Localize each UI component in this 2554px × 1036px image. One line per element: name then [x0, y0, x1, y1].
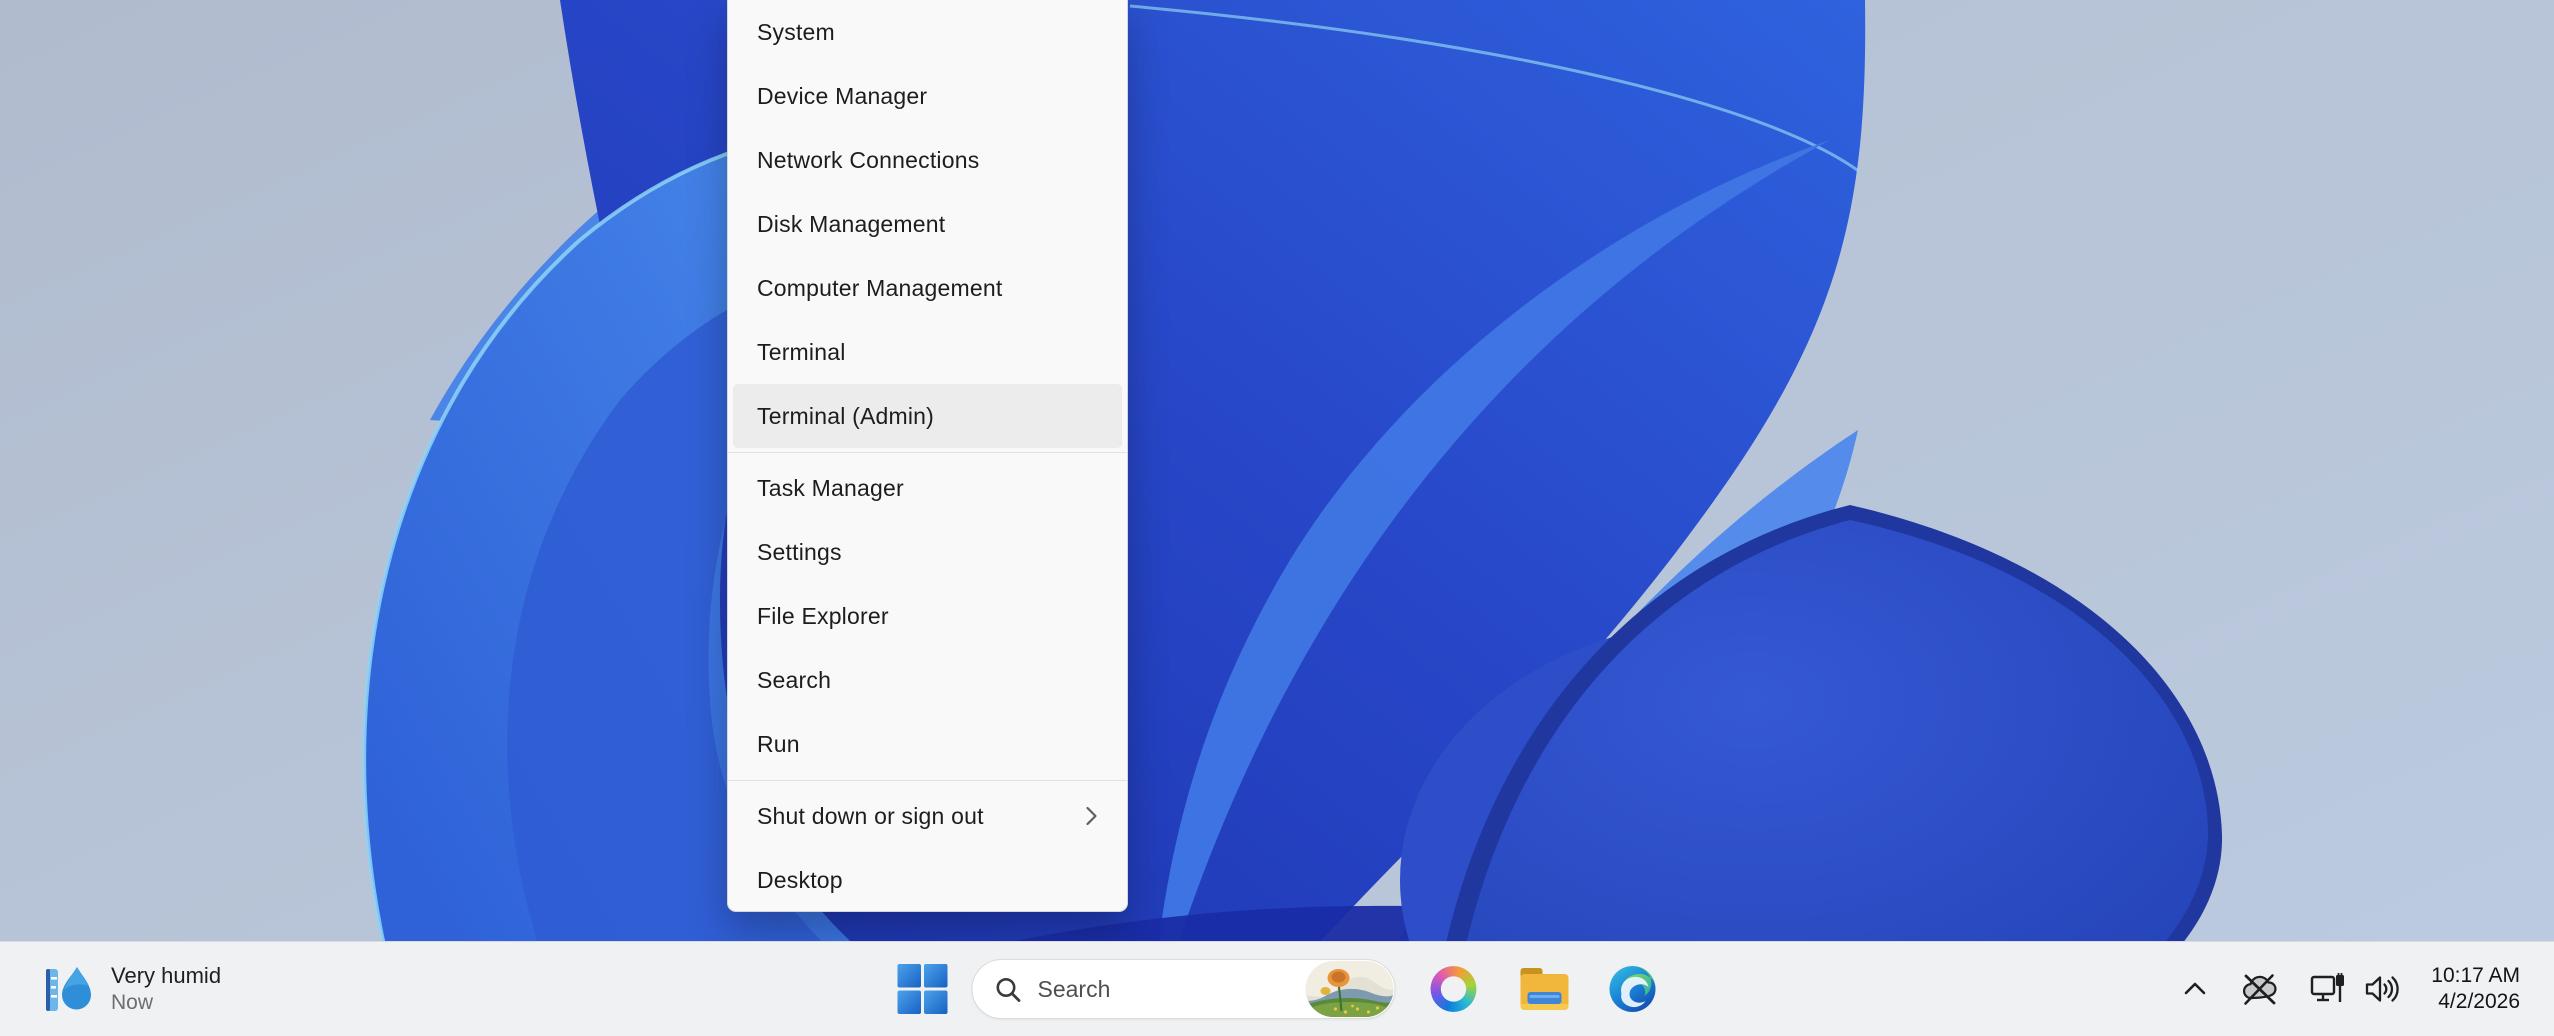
menu-item-label: System: [757, 19, 835, 46]
wallpaper-bloom: [0, 0, 2554, 1036]
weather-widget[interactable]: Very humid Now: [30, 942, 231, 1036]
menu-item-label: Task Manager: [757, 475, 904, 502]
chevron-up-icon: [2181, 978, 2209, 1000]
menu-item-label: File Explorer: [757, 603, 889, 630]
menu-item-label: Device Manager: [757, 83, 927, 110]
clock-time: 10:17 AM: [2431, 963, 2520, 989]
menu-item-label: Network Connections: [757, 147, 979, 174]
weather-condition: Very humid: [111, 962, 221, 989]
menu-item-label: Shut down or sign out: [757, 803, 984, 830]
menu-item-terminal[interactable]: Terminal: [733, 320, 1122, 384]
menu-item-computer-management[interactable]: Computer Management: [733, 256, 1122, 320]
search-input[interactable]: Search: [972, 959, 1396, 1019]
menu-item-disk-management[interactable]: Disk Management: [733, 192, 1122, 256]
menu-separator: [728, 776, 1127, 784]
menu-item-label: Terminal (Admin): [757, 403, 934, 430]
menu-item-desktop[interactable]: Desktop: [733, 848, 1122, 912]
copilot-button[interactable]: [1431, 966, 1477, 1012]
copilot-icon: [1425, 960, 1483, 1018]
desktop: System Device Manager Network Connections D…: [0, 0, 2554, 1036]
cloud-offline-icon: [2239, 972, 2279, 1006]
file-explorer-button[interactable]: [1519, 966, 1571, 1012]
menu-item-run[interactable]: Run: [733, 712, 1122, 776]
edge-button[interactable]: [1608, 964, 1658, 1014]
weather-texts: Very humid Now: [111, 962, 221, 1016]
taskbar-center: Search: [897, 942, 1658, 1036]
menu-item-shut-down-or-sign-out[interactable]: Shut down or sign out: [733, 784, 1122, 848]
winx-menu: System Device Manager Network Connections D…: [727, 0, 1128, 912]
speaker-volume-icon: [2363, 972, 2401, 1006]
search-placeholder: Search: [1038, 976, 1306, 1003]
network-button[interactable]: [2309, 972, 2347, 1006]
menu-item-label: Disk Management: [757, 211, 945, 238]
menu-item-label: Settings: [757, 539, 842, 566]
clock-date: 4/2/2026: [2438, 989, 2520, 1015]
tray-chevron-button[interactable]: [2181, 978, 2209, 1000]
submenu-chevron-icon: [1085, 805, 1098, 827]
windows-logo-icon: [897, 963, 949, 1015]
menu-separator: [728, 448, 1127, 456]
menu-item-label: Run: [757, 731, 800, 758]
menu-item-label: Desktop: [757, 867, 843, 894]
menu-item-label: Search: [757, 667, 831, 694]
humidity-thermometer-drop-icon: [40, 961, 96, 1017]
menu-item-label: Terminal: [757, 339, 846, 366]
taskbar: Very humid Now: [0, 941, 2554, 1036]
menu-item-search[interactable]: Search: [733, 648, 1122, 712]
search-icon: [995, 976, 1022, 1003]
quick-settings-group: [2309, 972, 2401, 1006]
volume-button[interactable]: [2363, 972, 2401, 1006]
file-explorer-folder-icon: [1519, 966, 1571, 1012]
menu-item-system[interactable]: System: [733, 0, 1122, 64]
menu-item-label: Computer Management: [757, 275, 1002, 302]
flower-field-landscape-image[interactable]: [1306, 961, 1394, 1017]
start-button[interactable]: [897, 963, 949, 1015]
onedrive-status-button[interactable]: [2239, 972, 2279, 1006]
menu-item-device-manager[interactable]: Device Manager: [733, 64, 1122, 128]
weather-timeframe: Now: [111, 989, 221, 1016]
menu-item-network-connections[interactable]: Network Connections: [733, 128, 1122, 192]
tray-clock[interactable]: 10:17 AM 4/2/2026: [2431, 963, 2520, 1015]
menu-item-settings[interactable]: Settings: [733, 520, 1122, 584]
menu-item-terminal-admin[interactable]: Terminal (Admin): [733, 384, 1122, 448]
menu-item-task-manager[interactable]: Task Manager: [733, 456, 1122, 520]
system-tray: 10:17 AM 4/2/2026: [2181, 942, 2554, 1036]
edge-browser-icon: [1608, 964, 1658, 1014]
ethernet-monitor-plug-icon: [2309, 972, 2347, 1006]
menu-item-file-explorer[interactable]: File Explorer: [733, 584, 1122, 648]
